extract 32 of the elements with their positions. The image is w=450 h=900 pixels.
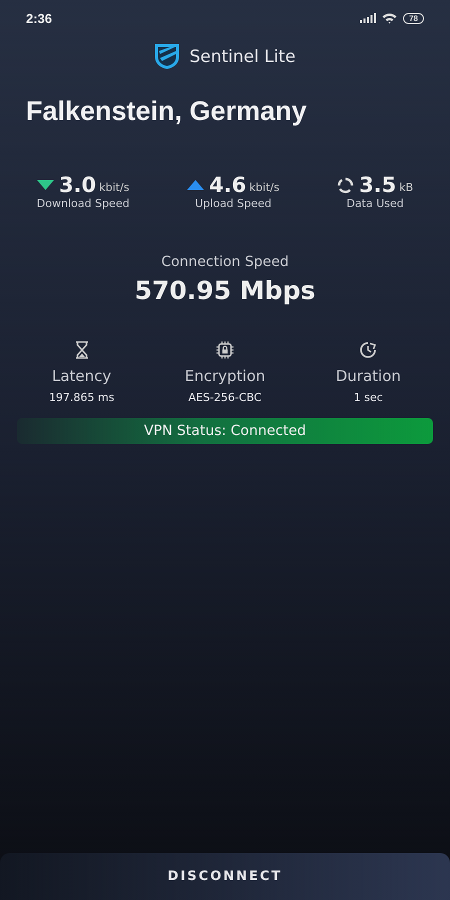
- detail-value: 1 sec: [354, 391, 383, 404]
- lock-chip-icon: [216, 341, 234, 359]
- clock-icon: [359, 341, 378, 359]
- hourglass-icon: [74, 341, 89, 359]
- stat-value: 4.6: [209, 173, 246, 197]
- shield-icon: [154, 43, 180, 70]
- wifi-icon: [382, 12, 398, 24]
- connection-speed-label: Connection Speed: [161, 254, 289, 270]
- detail-value: 197.865 ms: [48, 391, 114, 404]
- location-title: Falkenstein, Germany: [25, 96, 308, 127]
- detail-label: Latency: [52, 367, 112, 385]
- stat-value: 3.5: [359, 173, 396, 197]
- stat-label: Data Used: [346, 197, 404, 210]
- stat-label: Upload Speed: [195, 197, 272, 210]
- detail-label: Encryption: [184, 367, 266, 385]
- detail-value: AES-256-CBC: [188, 391, 262, 404]
- circle-arrows-icon: [337, 176, 354, 194]
- stat-value: 3.0: [58, 173, 96, 197]
- battery-indicator: 78: [403, 12, 424, 24]
- stat-unit: kB: [399, 181, 414, 194]
- connection-speed-value: 570.95 Mbps: [134, 276, 316, 305]
- stat-unit: kbit/s: [249, 181, 280, 194]
- signal-icon: [360, 13, 376, 23]
- up-triangle-icon: [187, 180, 204, 190]
- down-triangle-icon: [36, 180, 54, 190]
- status-time: 2:36: [26, 10, 52, 26]
- stat-label: Download Speed: [36, 197, 130, 210]
- disconnect-button[interactable]: DISCONNECT: [0, 853, 450, 900]
- vpn-status-bar: VPN Status: Connected: [17, 418, 433, 444]
- detail-label: Duration: [336, 367, 401, 385]
- app-name: Sentinel Lite: [189, 46, 296, 66]
- stat-unit: kbit/s: [99, 181, 130, 194]
